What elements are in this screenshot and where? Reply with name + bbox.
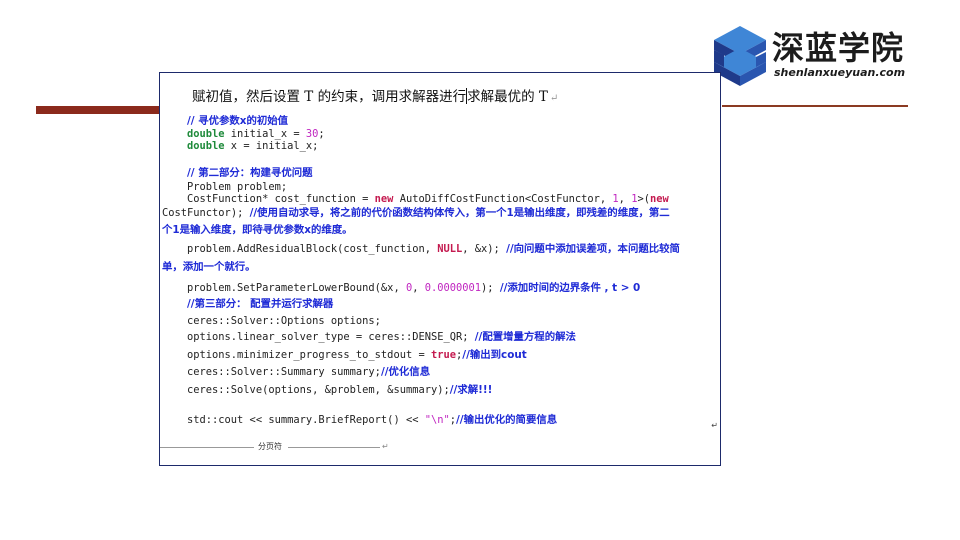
- code-line: ceres::Solver::Summary summary;//优化信息: [187, 366, 430, 379]
- code-text: ,: [618, 193, 632, 205]
- paragraph-mark-icon: ↵: [382, 442, 389, 451]
- code-line: 个1是输入维度，即待寻优参数x的维度。: [162, 224, 353, 237]
- code-text: CostFunctor);: [162, 207, 250, 219]
- code-keyword: double: [187, 140, 225, 152]
- code-line: ceres::Solve(options, &problem, &summary…: [187, 384, 492, 397]
- code-line: CostFunctor); //使用自动求导，将之前的代价函数结构体传入，第一个…: [162, 207, 670, 220]
- code-line: options.linear_solver_type = ceres::DENS…: [187, 331, 576, 344]
- code-text: );: [481, 282, 500, 294]
- code-keyword: true: [430, 349, 457, 361]
- page-break-rule: [288, 447, 380, 448]
- code-comment: //输出到cout: [462, 349, 527, 361]
- code-comment: //求解!!!: [449, 384, 493, 396]
- page-break-rule: [160, 447, 254, 448]
- paragraph-mark-icon: ↵: [711, 421, 718, 430]
- code-line: // 第二部分：构建寻优问题: [187, 167, 313, 180]
- page-break-label: 分页符: [256, 441, 284, 452]
- code-text: ceres::Solver::Options options;: [187, 315, 381, 327]
- code-text: ;: [318, 128, 325, 140]
- code-text: options.minimizer_progress_to_stdout =: [187, 349, 431, 361]
- document-page[interactable]: 赋初值，然后设置 T 的约束，调用求解器进行求解最优的 T ↵ // 寻优参数x的…: [159, 72, 721, 466]
- code-comment: 个1是输入维度，即待寻优参数x的维度。: [162, 224, 353, 236]
- code-text: , &x);: [462, 243, 507, 255]
- code-comment: // 寻优参数x的初始值: [187, 115, 289, 127]
- code-text: CostFunction* cost_function =: [187, 193, 375, 205]
- code-comment: //向问题中添加误差项，本问题比较简: [506, 243, 680, 255]
- code-keyword: new: [374, 193, 394, 205]
- code-text: problem.AddResidualBlock(cost_function,: [187, 243, 438, 255]
- logo-title: 深蓝学院: [772, 29, 905, 67]
- code-comment: //使用自动求导，将之前的代价函数结构体传入，第一个1是输出维度，即残差的维度，…: [249, 207, 670, 219]
- code-line: CostFunction* cost_function = new AutoDi…: [187, 193, 669, 206]
- code-text: Problem problem;: [187, 181, 288, 193]
- intro-paragraph[interactable]: 赋初值，然后设置 T 的约束，调用求解器进行求解最优的 T ↵: [192, 85, 558, 105]
- code-text: ceres::Solver::Summary summary;: [187, 366, 381, 378]
- paragraph-mark-icon: ↵: [549, 93, 559, 104]
- code-comment: //添加时间的边界条件 , t > 0: [499, 282, 641, 294]
- code-line: 单，添加一个就行。: [162, 261, 256, 274]
- code-keyword: new: [649, 193, 669, 205]
- code-line: ceres::Solver::Options options;: [187, 315, 381, 328]
- code-number: 30: [305, 128, 319, 140]
- code-text: >(: [637, 193, 650, 205]
- logo-subtitle: shenlanxueyuan.com: [774, 66, 906, 79]
- code-number: 0.0000001: [424, 282, 482, 294]
- code-comment: 单，添加一个就行。: [162, 261, 256, 273]
- code-keyword: NULL: [437, 243, 463, 255]
- code-comment: //第三部分： 配置并运行求解器: [187, 298, 334, 310]
- code-text: initial_x =: [224, 128, 306, 140]
- intro-text-before: 赋初值，然后设置 T 的约束，调用求解器进行: [192, 89, 467, 105]
- code-keyword: double: [187, 128, 225, 140]
- code-text: ceres::Solve(options, &problem, &summary…: [187, 384, 450, 396]
- decorative-bar-left: [36, 106, 160, 114]
- decorative-line-right: [722, 105, 908, 107]
- shenlan-logo: 深蓝学院 shenlanxueyuan.com: [710, 24, 920, 88]
- code-text: x = initial_x;: [224, 140, 319, 152]
- code-text: AutoDiffCostFunction<CostFunctor,: [393, 193, 613, 205]
- intro-text-after: 求解最优的 T: [467, 89, 548, 105]
- code-line: problem.SetParameterLowerBound(&x, 0, 0.…: [187, 282, 640, 295]
- code-line: problem.AddResidualBlock(cost_function, …: [187, 243, 680, 256]
- code-line: options.minimizer_progress_to_stdout = t…: [187, 349, 527, 362]
- code-line: std::cout << summary.BriefReport() << "\…: [187, 414, 557, 427]
- code-text: std::cout << summary.BriefReport() <<: [187, 414, 425, 426]
- code-text: ,: [412, 282, 425, 294]
- code-line: double x = initial_x;: [187, 140, 318, 153]
- code-comment: //配置增量方程的解法: [474, 331, 576, 343]
- code-text: problem.SetParameterLowerBound(&x,: [187, 282, 406, 294]
- code-comment: //输出优化的简要信息: [456, 414, 558, 426]
- code-line: // 寻优参数x的初始值: [187, 115, 288, 128]
- code-comment: //优化信息: [380, 366, 431, 378]
- code-text: options.linear_solver_type = ceres::DENS…: [187, 331, 475, 343]
- code-comment: // 第二部分：构建寻优问题: [187, 167, 313, 179]
- code-line: //第三部分： 配置并运行求解器: [187, 298, 333, 311]
- code-string: "\n": [424, 414, 450, 426]
